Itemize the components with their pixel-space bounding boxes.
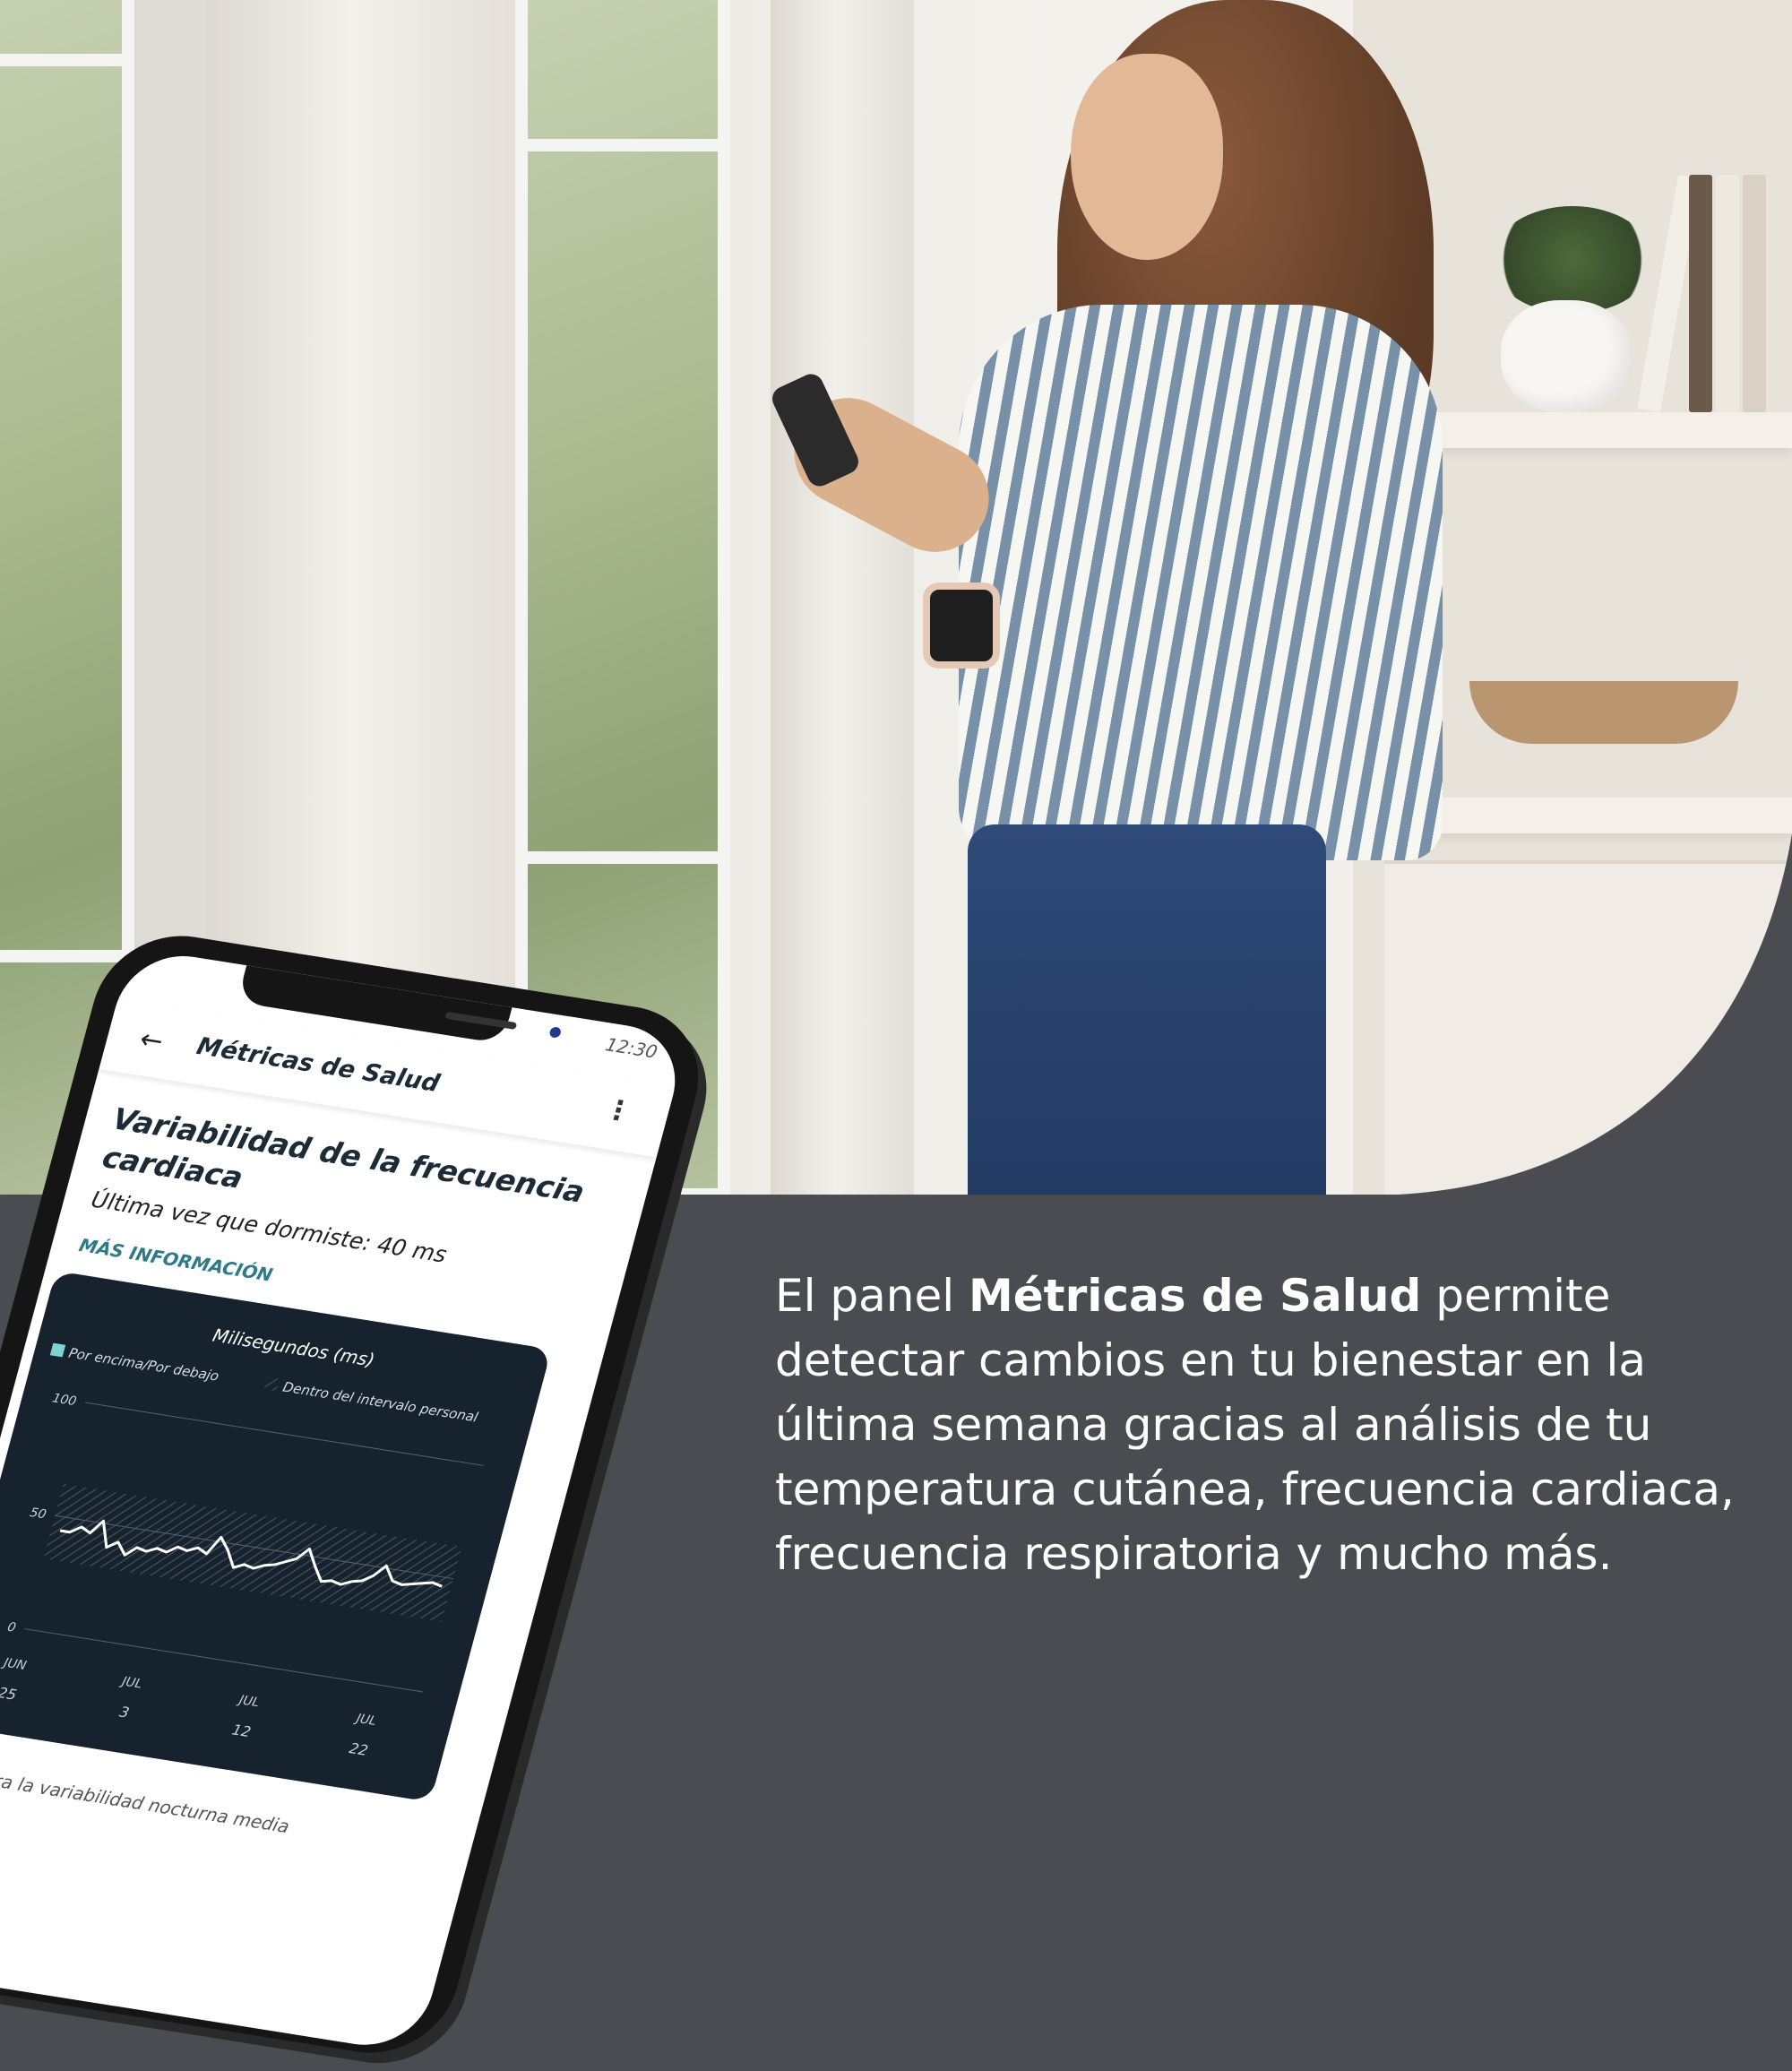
chart-title: Milisegundos (ms) <box>211 1325 377 1371</box>
chart-card: Milisegundos (ms) Por encima/Por debajo … <box>0 1271 552 1802</box>
app-bar-title: Métricas de Salud <box>194 1032 443 1098</box>
smartwatch <box>923 582 1000 669</box>
speaker-icon <box>444 1011 518 1031</box>
caption-text: El panel Métricas de Salud permite detec… <box>775 1264 1761 1586</box>
shelf <box>1384 798 1792 833</box>
legend-above-below: Por encima/Por debajo <box>67 1345 221 1385</box>
plant <box>1492 206 1653 314</box>
x-tick-month: JUL <box>118 1674 144 1691</box>
door-frame <box>771 0 914 1195</box>
shelf <box>1384 412 1792 448</box>
caption-bold: Métricas de Salud <box>969 1270 1422 1322</box>
jeans <box>968 824 1326 1195</box>
vase <box>1501 300 1631 412</box>
personal-range-band <box>43 1483 462 1622</box>
x-tick-day: 12 <box>230 1722 253 1741</box>
woman-face <box>1071 54 1223 260</box>
back-arrow-icon[interactable]: ← <box>136 1023 167 1057</box>
wooden-bowl <box>1469 681 1738 744</box>
x-tick-day: 22 <box>348 1739 370 1759</box>
window-mullion <box>524 139 721 151</box>
book <box>1689 175 1712 412</box>
phone-mockup: 12:30 ← Métricas de Salud ⋮ Variabilidad… <box>0 901 761 2071</box>
cabinet <box>1384 860 1792 1195</box>
x-tick-day: 25 <box>0 1684 19 1704</box>
window-mullion <box>0 54 134 66</box>
legend-within-range: Dentro del intervalo personal <box>281 1379 481 1426</box>
x-tick-day: 3 <box>117 1704 131 1722</box>
status-time: 12:30 <box>603 1033 660 1063</box>
x-tick-month: JUN <box>0 1655 29 1673</box>
x-tick-month: JUL <box>235 1693 261 1710</box>
book <box>1743 175 1766 412</box>
book <box>1716 175 1739 412</box>
legend-swatch-within-range <box>263 1376 280 1392</box>
striped-shirt <box>959 305 1443 860</box>
y-tick-label: 0 <box>5 1620 17 1635</box>
caption-part1: El panel <box>775 1270 969 1322</box>
y-tick-label: 100 <box>51 1392 79 1410</box>
y-tick-label: 50 <box>29 1506 48 1522</box>
legend-swatch-above-below <box>49 1342 66 1358</box>
more-options-icon[interactable]: ⋮ <box>601 1093 636 1128</box>
gridline <box>24 1628 424 1693</box>
camera-icon <box>548 1026 563 1039</box>
window-mullion <box>524 851 721 864</box>
more-info-link[interactable]: MÁS INFORMACIÓN <box>77 1234 275 1285</box>
x-tick-month: JUL <box>352 1712 378 1729</box>
hrv-chart: Milisegundos (ms) Por encima/Por debajo … <box>0 1325 484 1759</box>
